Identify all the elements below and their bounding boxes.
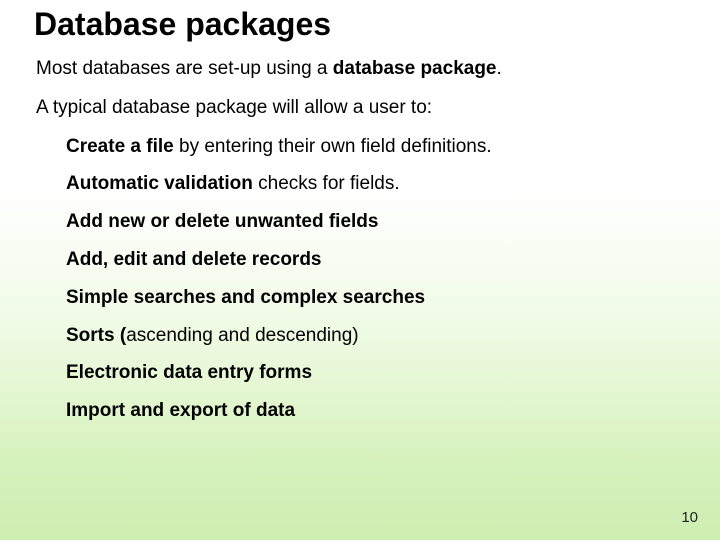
list-item: Electronic data entry forms — [66, 362, 676, 385]
text: ascending and descending) — [126, 325, 358, 346]
list-item: Automatic validation checks for fields. — [66, 173, 676, 196]
text-bold: Sorts ( — [66, 325, 126, 346]
slide-title: Database packages — [34, 6, 331, 43]
intro-line-1: Most databases are set-up using a databa… — [36, 58, 676, 81]
list-item: Import and export of data — [66, 400, 676, 423]
text: . — [497, 58, 502, 79]
text-bold: Electronic data entry forms — [66, 362, 312, 383]
page-number: 10 — [681, 509, 698, 526]
slide-body: Most databases are set-up using a databa… — [36, 58, 676, 438]
list-item: Add new or delete unwanted fields — [66, 211, 676, 234]
text-bold: database package — [333, 58, 497, 79]
text: checks for fields. — [253, 173, 400, 194]
list-item: Simple searches and complex searches — [66, 287, 676, 310]
list-item: Add, edit and delete records — [66, 249, 676, 272]
text-bold: Add, edit and delete records — [66, 249, 322, 270]
text-bold: Create a file — [66, 136, 174, 157]
list-item: Sorts (ascending and descending) — [66, 325, 676, 348]
feature-list: Create a file by entering their own fiel… — [66, 136, 676, 423]
list-item: Create a file by entering their own fiel… — [66, 136, 676, 159]
text-bold: Simple searches and complex searches — [66, 287, 425, 308]
intro-line-2: A typical database package will allow a … — [36, 97, 676, 120]
text: Most databases are set-up using a — [36, 58, 333, 79]
text-bold: Automatic validation — [66, 173, 253, 194]
slide: Database packages Most databases are set… — [0, 0, 720, 540]
text-bold: Import and export of data — [66, 400, 295, 421]
text: by entering their own field definitions. — [174, 136, 492, 157]
text-bold: Add new or delete unwanted fields — [66, 211, 378, 232]
